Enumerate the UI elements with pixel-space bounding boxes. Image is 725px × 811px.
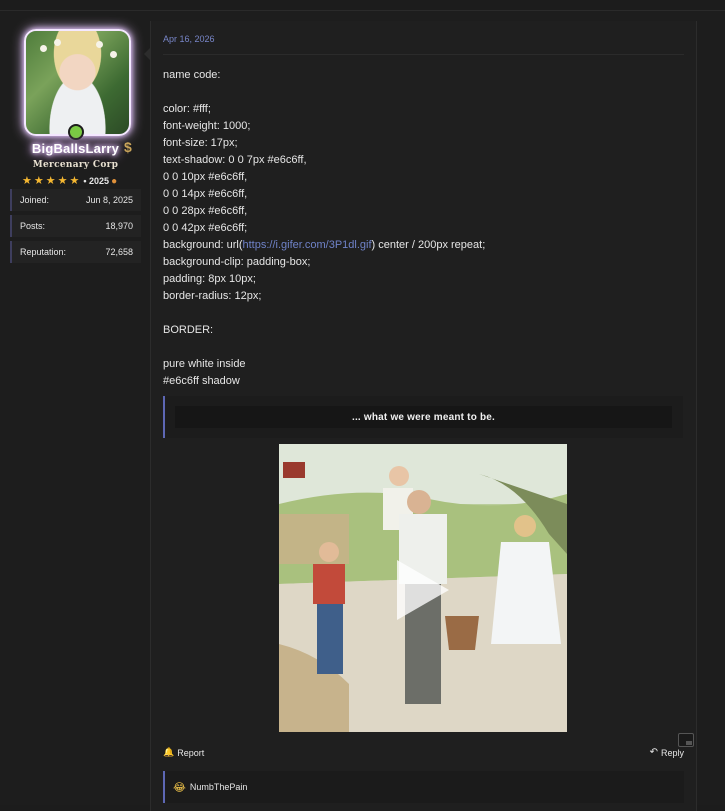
post-line: [163, 305, 683, 322]
post-line: font-size: 17px;: [163, 137, 238, 149]
post-line: name code:: [163, 69, 221, 81]
stat-value: Jun 8, 2025: [85, 195, 133, 205]
user-stars: ★ ★ ★ ★ ★ • 2025 ●: [22, 174, 142, 188]
stat-joined: Joined: Jun 8, 2025: [10, 189, 141, 211]
medal-icon: ●: [111, 175, 118, 187]
post-line: font-weight: 1000;: [163, 120, 251, 132]
post-line: [163, 84, 683, 101]
post-line: 0 0 14px #e6c6ff,: [163, 188, 248, 200]
star-icon: ★: [22, 174, 32, 187]
stars-year: • 2025: [83, 176, 110, 186]
stat-value: 72,658: [105, 247, 133, 257]
reply-arrow-icon: ↶: [649, 747, 658, 758]
post-line: 0 0 42px #e6c6ff;: [163, 222, 248, 234]
stat-value: 18,970: [105, 221, 133, 231]
post-arrow-notch: [144, 47, 151, 61]
post-line: BORDER:: [163, 324, 214, 336]
bell-icon: 🔔: [163, 747, 175, 757]
post-line: border-radius: 12px;: [163, 290, 262, 302]
post-line: 0 0 28px #e6c6ff,: [163, 205, 248, 217]
gif-link[interactable]: https://i.gifer.com/3P1dl.gif: [243, 239, 372, 251]
play-icon[interactable]: [397, 560, 449, 620]
username[interactable]: BigBallsLarry: [10, 141, 141, 156]
reply-label: Reply: [660, 747, 684, 758]
picture-in-picture-icon[interactable]: [678, 733, 694, 747]
post: Apr 16, 2026 name code: color: #fff; fon…: [144, 21, 697, 811]
post-line: pure white inside: [163, 358, 246, 370]
star-icon: ★: [33, 174, 44, 187]
stat-label: Joined:: [20, 195, 50, 205]
post-line: [163, 339, 683, 356]
flower-decor: [96, 41, 103, 48]
post-line: background-clip: padding-box;: [163, 256, 311, 268]
post-line: 0 0 10px #e6c6ff,: [163, 171, 248, 183]
thread-frame: BigBallsLarry $ Mercenary Corp ★ ★ ★ ★ ★…: [0, 10, 725, 811]
star-icon: ★: [57, 174, 68, 187]
background-prefix: background: url(: [163, 239, 243, 251]
report-label: Report: [177, 747, 205, 758]
embedded-video[interactable]: [279, 444, 567, 732]
post-date[interactable]: Apr 16, 2026: [163, 34, 215, 44]
online-status-icon: [68, 124, 84, 140]
background-suffix: ) center / 200px repeat;: [371, 239, 486, 251]
post-line-background: background: url(https://i.gifer.com/3P1d…: [163, 237, 683, 254]
dollar-badge-icon: $: [124, 139, 132, 155]
flower-decor: [110, 51, 117, 58]
divider: [163, 54, 684, 55]
quote-block: ... what we were meant to be.: [163, 396, 683, 438]
post-line: padding: 8px 10px;: [163, 273, 256, 285]
post-line: #e6c6ff shadow: [163, 375, 240, 387]
report-button[interactable]: 🔔 Report: [163, 747, 204, 758]
post-line: text-shadow: 0 0 7px #e6c6ff,: [163, 154, 307, 166]
flower-decor: [40, 45, 47, 52]
quote-text: ... what we were meant to be.: [175, 406, 672, 428]
laughing-emoji-icon: 😂: [173, 781, 186, 794]
post-line: color: #fff;: [163, 103, 211, 115]
post-body: name code: color: #fff; font-weight: 100…: [163, 67, 683, 390]
post-actions: 🔔 Report ↶ Reply: [163, 747, 684, 763]
avatar[interactable]: [24, 29, 131, 136]
flower-decor: [54, 39, 61, 46]
star-icon: ★: [45, 174, 56, 187]
star-icon: ★: [69, 174, 80, 187]
stat-posts: Posts: 18,970: [10, 215, 141, 237]
stat-label: Reputation:: [20, 247, 67, 257]
reaction-user[interactable]: NumbThePain: [190, 782, 248, 792]
stat-label: Posts:: [20, 221, 46, 231]
stat-reputation: Reputation: 72,658: [10, 241, 141, 263]
user-title: Mercenary Corp: [32, 160, 119, 170]
reaction-bar: 😂 NumbThePain: [163, 771, 684, 803]
reply-button[interactable]: ↶ Reply: [650, 747, 684, 758]
